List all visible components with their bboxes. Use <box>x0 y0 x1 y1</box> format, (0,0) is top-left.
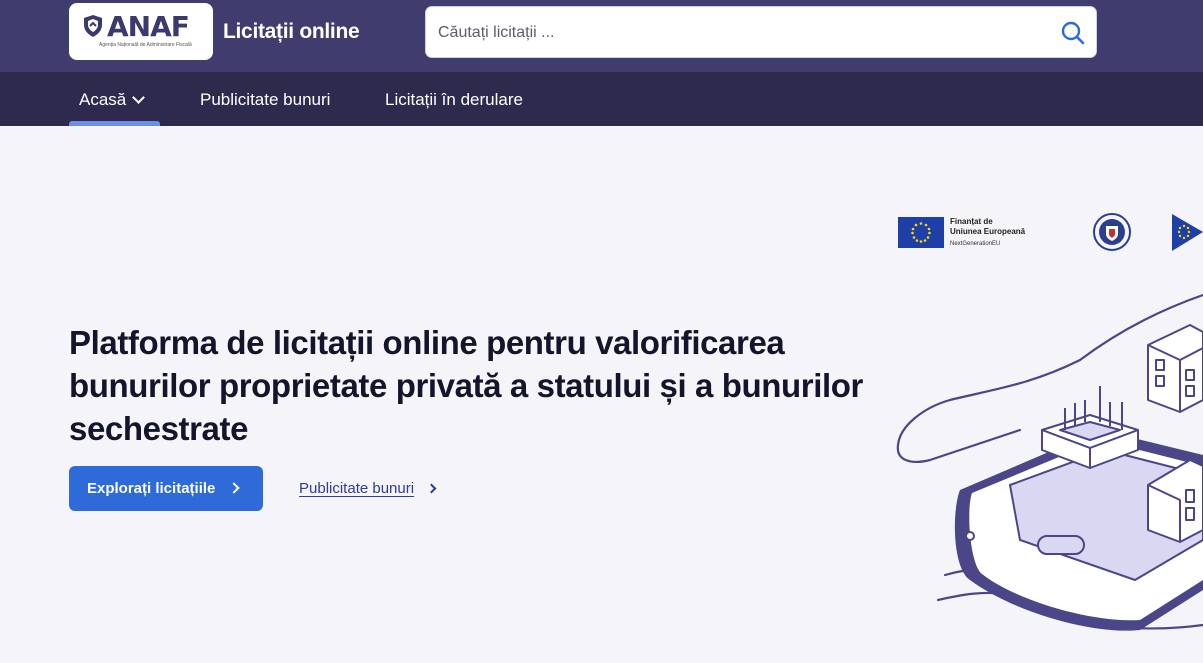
chevron-right-icon <box>228 482 240 494</box>
funding-label: Finanțat de Uniunea Europeană <box>950 217 1025 237</box>
publicitate-bunuri-label: Publicitate bunuri <box>299 480 415 497</box>
shield-icon <box>84 15 102 37</box>
explore-auctions-label: Explorați licitațiile <box>87 480 216 497</box>
crest-icon <box>1093 213 1131 251</box>
site-title[interactable]: Licitații online <box>223 20 360 44</box>
explore-auctions-button[interactable]: Explorați licitațiile <box>69 466 263 511</box>
top-header: ANAF Agenția Națională de Administrare F… <box>0 0 1203 72</box>
chevron-down-icon <box>132 91 146 104</box>
hero-title: Platforma de licitații online pentru val… <box>69 324 863 447</box>
nav-item-licitatii-in-derulare[interactable]: Licitații în derulare <box>385 90 523 110</box>
eu-flag-icon <box>1172 214 1203 251</box>
logo-subtext: Agenția Națională de Administrare Fiscal… <box>99 42 192 48</box>
search-box <box>425 6 1097 58</box>
funding-line2: Uniunea Europeană <box>950 227 1026 236</box>
search-input[interactable] <box>438 21 1038 45</box>
nav-item-acasa[interactable]: Acasă <box>79 90 146 110</box>
active-nav-indicator <box>69 121 160 126</box>
anaf-logo[interactable]: ANAF Agenția Națională de Administrare F… <box>69 3 213 60</box>
hero-illustration <box>896 293 1203 631</box>
search-icon[interactable] <box>1060 20 1086 46</box>
logo-word: ANAF <box>107 10 190 43</box>
publicitate-bunuri-link[interactable]: Publicitate bunuri <box>299 480 437 497</box>
nav-item-publicitate-bunuri[interactable]: Publicitate bunuri <box>200 90 330 110</box>
main-nav: Acasă Publicitate bunuri Licitații în de… <box>0 72 1203 126</box>
funding-line3: NextGenerationEU <box>950 241 1001 247</box>
nav-item-label: Acasă <box>79 90 127 109</box>
chevron-right-icon <box>426 483 437 494</box>
eu-flag-icon <box>898 217 944 248</box>
funding-line1: Finanțat de <box>950 217 993 226</box>
